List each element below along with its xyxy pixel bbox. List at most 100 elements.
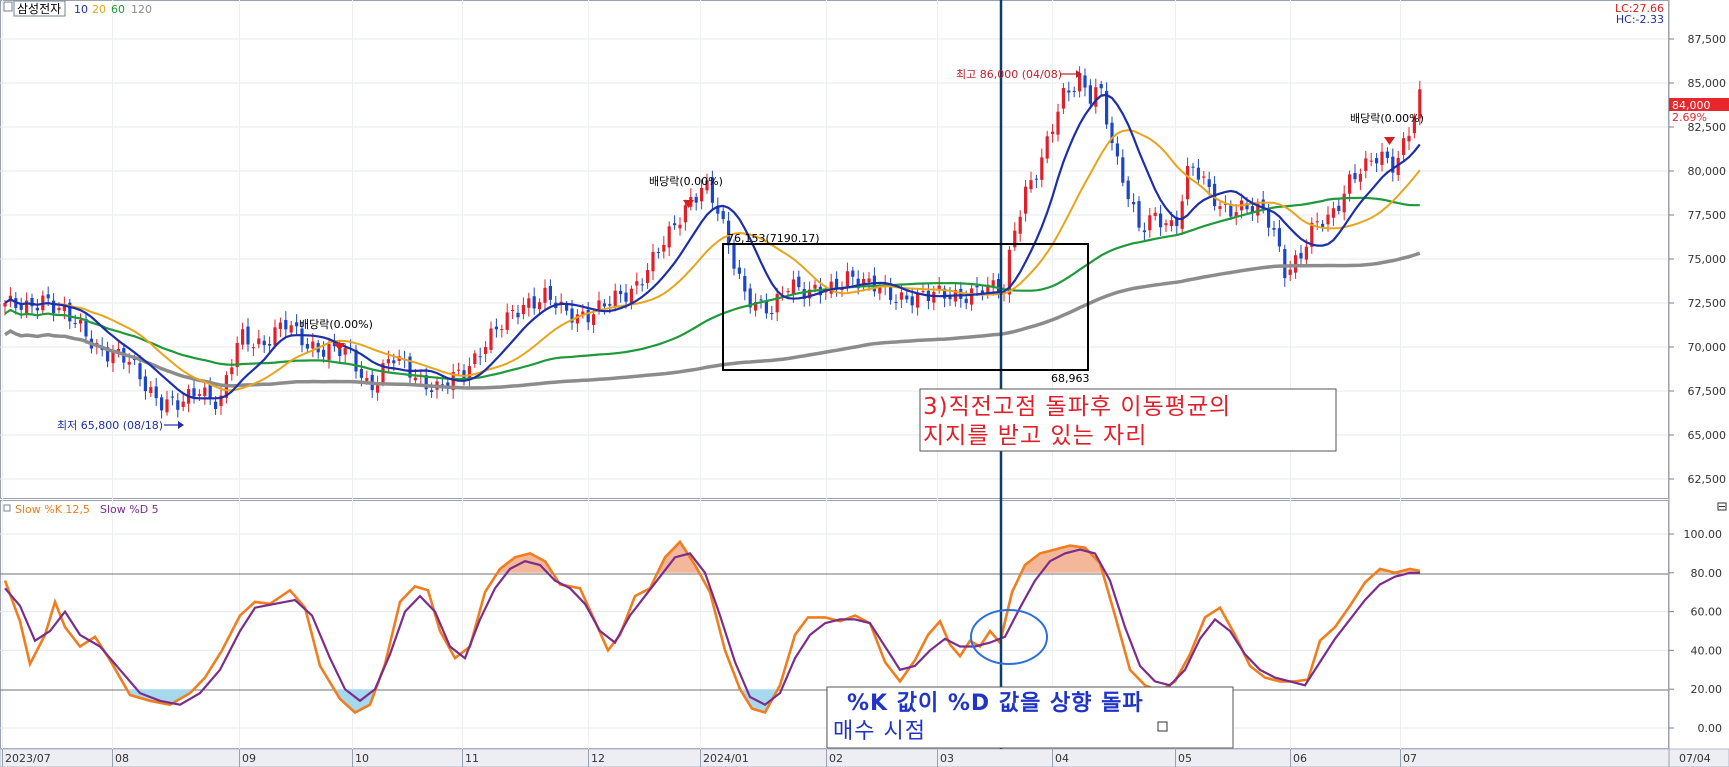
candle-body xyxy=(1326,214,1330,225)
candle-body xyxy=(19,304,23,310)
candle-body xyxy=(1169,220,1173,227)
candle-body xyxy=(376,384,380,393)
ma-label-10: 10 xyxy=(74,3,88,16)
candle-body xyxy=(111,352,115,364)
candle-body xyxy=(311,341,315,349)
x-tick-label: 2023/07 xyxy=(5,752,51,765)
candle-body xyxy=(127,361,131,365)
candle-body xyxy=(1353,173,1357,180)
candle-body xyxy=(608,304,612,306)
price-tick-label: 77,500 xyxy=(1688,209,1727,222)
candle-body xyxy=(721,211,725,220)
candle-body xyxy=(1034,178,1038,180)
candle-body xyxy=(1142,230,1146,233)
candle-body xyxy=(46,294,50,299)
candle-body xyxy=(1337,205,1341,211)
candle-body xyxy=(160,397,164,411)
candle-body xyxy=(1283,249,1287,279)
candle-body xyxy=(1067,90,1071,93)
candle-body xyxy=(964,298,968,304)
x-axis-bar xyxy=(0,748,1729,767)
candle-body xyxy=(764,301,768,314)
x-tick-label: 03 xyxy=(940,752,954,765)
panel-toggle-icon[interactable] xyxy=(3,1,13,12)
candle-body xyxy=(1088,85,1092,104)
candle-body xyxy=(467,366,471,380)
support-callout-line2: 지지를 받고 있는 자리 xyxy=(923,423,1147,449)
callout-handle-icon[interactable] xyxy=(1157,721,1168,732)
price-tick-label: 70,000 xyxy=(1688,341,1727,354)
candle-body xyxy=(1029,180,1033,190)
candle-body xyxy=(878,287,882,294)
candle-body xyxy=(1115,143,1119,157)
candle-body xyxy=(1024,186,1028,214)
price-panel[interactable] xyxy=(0,0,1669,499)
candle-body xyxy=(1153,212,1157,216)
support-callout-line1: 3)직전고점 돌파후 이동평균의 xyxy=(923,394,1231,420)
candle-body xyxy=(170,396,174,398)
x-tick-label: 02 xyxy=(829,752,843,765)
candle-body xyxy=(1375,158,1379,164)
candle-body xyxy=(1018,216,1022,234)
candle-body xyxy=(327,343,331,360)
candle-body xyxy=(1407,135,1411,142)
candle-body xyxy=(791,279,795,295)
candle-body xyxy=(932,291,936,303)
stoch-tick-label: 60.00 xyxy=(1691,606,1723,619)
candle-body xyxy=(278,322,282,329)
candle-body xyxy=(651,251,655,272)
candle-body xyxy=(543,287,547,303)
candle-body xyxy=(867,278,871,283)
candle-body xyxy=(1402,138,1406,155)
candle-body xyxy=(79,319,83,324)
price-tick-label: 67,500 xyxy=(1688,385,1727,398)
price-tick-label: 65,000 xyxy=(1688,429,1727,442)
candle-body xyxy=(251,347,255,349)
candle-body xyxy=(284,319,288,330)
candle-body xyxy=(289,325,293,333)
candle-body xyxy=(921,291,925,293)
low-label: 최저 65,800 (08/18) xyxy=(57,419,163,432)
candle-body xyxy=(457,369,461,371)
candle-body xyxy=(613,290,617,307)
candle-body xyxy=(1229,204,1233,217)
candle-body xyxy=(1191,166,1195,168)
candle-body xyxy=(1272,227,1276,230)
candle-body xyxy=(1061,87,1065,109)
candle-body xyxy=(500,329,504,331)
candle-body xyxy=(1180,201,1184,229)
candle-body xyxy=(678,224,682,229)
candle-body xyxy=(1137,201,1141,228)
candle-body xyxy=(1099,84,1103,89)
candle-body xyxy=(527,298,531,308)
candle-body xyxy=(505,312,509,330)
candle-body xyxy=(73,322,77,324)
candle-body xyxy=(845,271,849,287)
candle-body xyxy=(899,292,903,300)
price-tick-label: 80,000 xyxy=(1688,165,1727,178)
candle-body xyxy=(359,368,363,378)
stoch-toggle-icon[interactable] xyxy=(3,504,11,512)
candle-body xyxy=(970,288,974,305)
dividend-label-2: 배당락(0.00%) xyxy=(649,175,723,188)
candle-body xyxy=(521,304,525,315)
candle-body xyxy=(430,390,434,393)
candle-body xyxy=(640,284,644,286)
candle-body xyxy=(619,290,623,295)
candle-body xyxy=(1207,179,1211,188)
candle-body xyxy=(1348,174,1352,194)
dividend-label-1: 배당락(0.00%) xyxy=(299,318,373,331)
candle-body xyxy=(624,292,628,302)
candle-body xyxy=(1045,136,1049,159)
candle-body xyxy=(52,300,56,314)
x-tick-label: 06 xyxy=(1293,752,1307,765)
candle-body xyxy=(165,399,169,413)
candle-body xyxy=(1358,174,1362,182)
candle-body xyxy=(538,302,542,310)
candle-body xyxy=(176,400,180,410)
candle-body xyxy=(246,326,250,345)
candle-body xyxy=(1040,157,1044,180)
candle-body xyxy=(149,387,153,394)
box-top-label: 76,153(7190.17) xyxy=(727,232,820,245)
candle-body xyxy=(203,387,207,397)
